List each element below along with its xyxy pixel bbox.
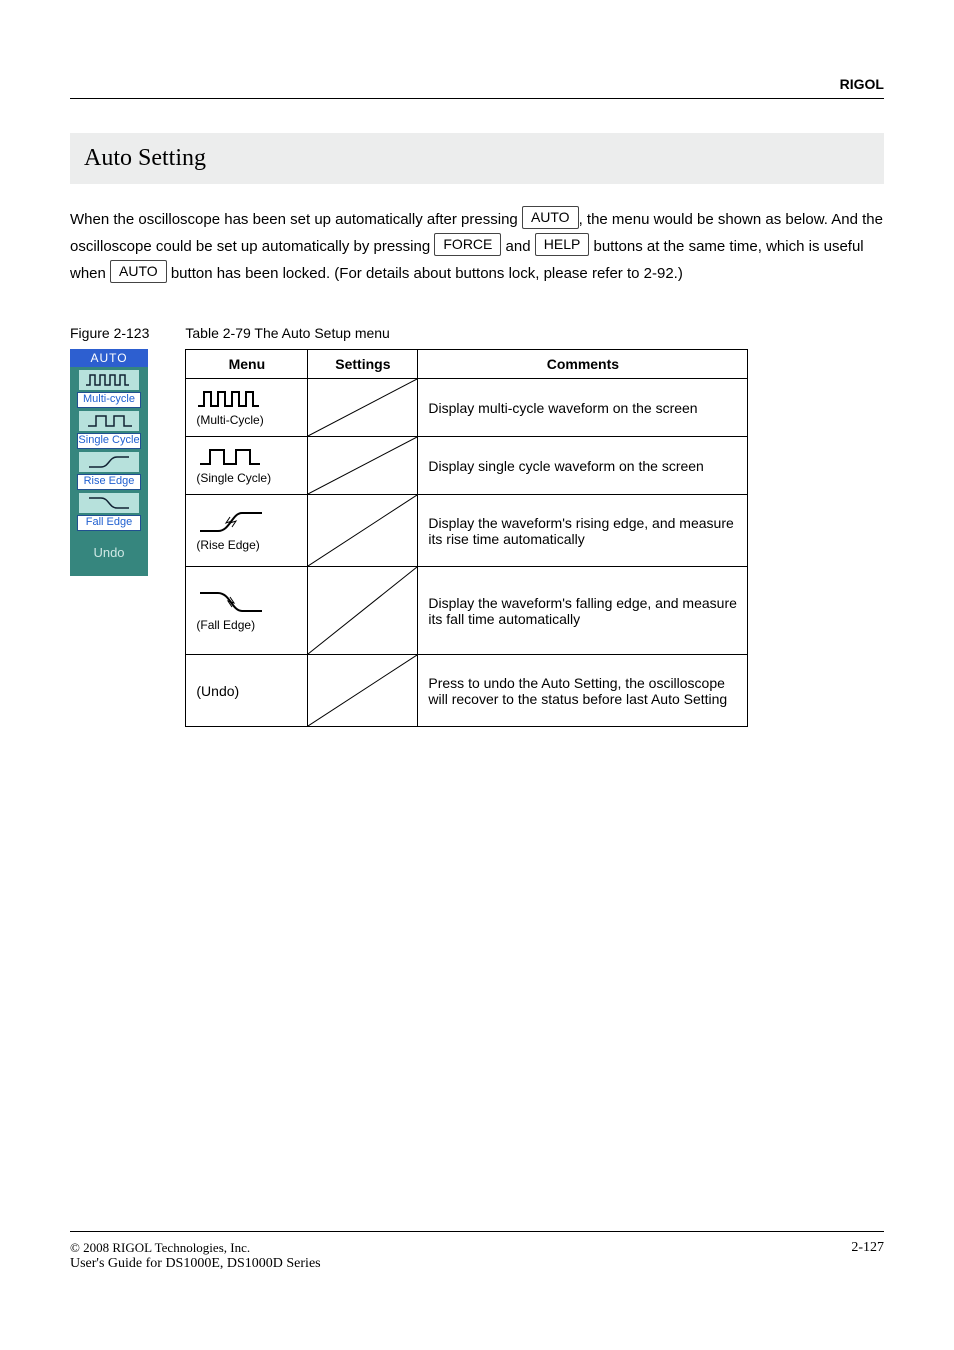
figure-caption-row: Figure 2-123 AUTO Multi-cycle [70, 325, 884, 727]
fall-edge-icon [79, 493, 139, 513]
intro-paragraph: When the oscilloscope has been set up au… [70, 206, 884, 287]
help-key: HELP [535, 233, 590, 256]
auto-setup-table: Menu Settings Comments (Multi-Cycle) Dis… [185, 349, 748, 727]
page-footer: © 2008 RIGOL Technologies, Inc. User's G… [70, 1231, 884, 1272]
scope-label-single: Single Cycle [77, 433, 141, 449]
th-menu: Menu [186, 350, 308, 379]
row-comment: Press to undo the Auto Setting, the osci… [418, 655, 748, 727]
multi-cycle-icon [79, 370, 139, 390]
row-menu-label: (Fall Edge) [196, 618, 297, 632]
table-row: (Fall Edge) Display the waveform's falli… [186, 567, 748, 655]
figure-label: Figure 2-123 [70, 325, 149, 341]
row-comment: Display the waveform's falling edge, and… [418, 567, 748, 655]
auto-key-2: AUTO [110, 260, 167, 283]
intro-text-5: button has been locked. (For details abo… [171, 265, 640, 282]
row-menu-undo: (Undo) [186, 655, 308, 727]
row-comment: Display single cycle waveform on the scr… [418, 437, 748, 495]
footer-guide: User's Guide for DS1000E, DS1000D Series [70, 1256, 321, 1272]
th-settings: Settings [308, 350, 418, 379]
brand-header: RIGOL [70, 76, 884, 99]
rise-edge-waveform-icon [196, 509, 266, 538]
force-key: FORCE [434, 233, 501, 256]
scope-label-multi: Multi-cycle [77, 392, 141, 408]
scope-item-single-cycle: Single Cycle [70, 411, 148, 449]
row-menu-label: (Rise Edge) [196, 538, 297, 552]
scope-auto-menu: AUTO Multi-cycle Single Cycle [70, 349, 148, 576]
table-row: (Single Cycle) Display single cycle wave… [186, 437, 748, 495]
scope-item-fall-edge: Fall Edge [70, 493, 148, 531]
brand-name: RIGOL [840, 76, 884, 92]
table-header-row: Menu Settings Comments [186, 350, 748, 379]
page-ref-link[interactable]: 2-92 [644, 265, 674, 282]
intro-text-1: When the oscilloscope has been set up au… [70, 211, 518, 228]
scope-label-rise: Rise Edge [77, 474, 141, 490]
section-title: Auto Setting [70, 133, 884, 184]
intro-text-6: .) [674, 265, 683, 282]
table-label: Table 2-79 The Auto Setup menu [185, 325, 389, 341]
intro-text-3: and [506, 238, 531, 255]
row-menu-label: (Multi-Cycle) [196, 413, 297, 427]
row-menu-label: (Single Cycle) [196, 471, 297, 485]
rise-edge-icon [79, 452, 139, 472]
fall-edge-waveform-icon [196, 589, 266, 618]
table-row: (Rise Edge) Display the waveform's risin… [186, 495, 748, 567]
single-cycle-waveform-icon [196, 446, 266, 471]
row-comment: Display the waveform's rising edge, and … [418, 495, 748, 567]
footer-page-number: 2-127 [851, 1240, 884, 1272]
table-row: (Undo) Press to undo the Auto Setting, t… [186, 655, 748, 727]
scope-item-multi-cycle: Multi-cycle [70, 370, 148, 408]
row-comment: Display multi-cycle waveform on the scre… [418, 379, 748, 437]
th-comments: Comments [418, 350, 748, 379]
multi-cycle-waveform-icon [196, 388, 266, 413]
scope-menu-title: AUTO [70, 349, 148, 367]
scope-item-rise-edge: Rise Edge [70, 452, 148, 490]
footer-copyright: © 2008 RIGOL Technologies, Inc. [70, 1240, 321, 1256]
scope-undo: Undo [93, 545, 124, 560]
table-row: (Multi-Cycle) Display multi-cycle wavefo… [186, 379, 748, 437]
single-cycle-icon [79, 411, 139, 431]
scope-label-fall: Fall Edge [77, 515, 141, 531]
auto-key: AUTO [522, 206, 579, 229]
